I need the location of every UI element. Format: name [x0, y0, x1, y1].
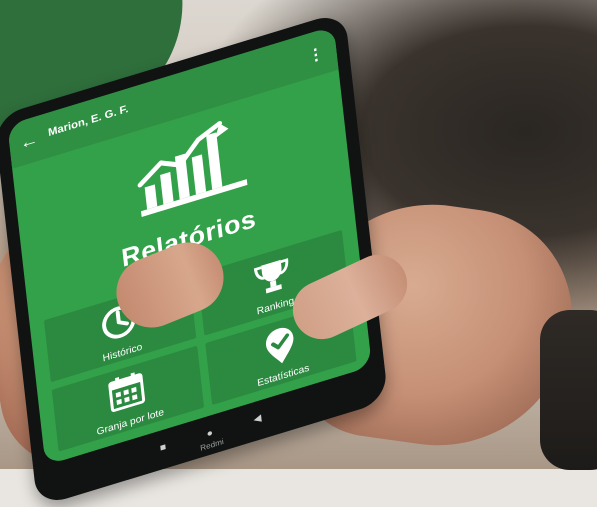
back-triangle-icon[interactable]: ◀ — [253, 412, 262, 425]
more-menu-icon[interactable]: ⋮ — [307, 43, 325, 67]
home-icon[interactable]: ● — [206, 427, 213, 439]
back-arrow-icon[interactable]: ← — [19, 129, 39, 154]
recent-apps-icon[interactable]: ■ — [159, 441, 166, 453]
right-sleeve — [540, 310, 597, 470]
user-title: Marion, E. G. F. — [47, 103, 129, 139]
